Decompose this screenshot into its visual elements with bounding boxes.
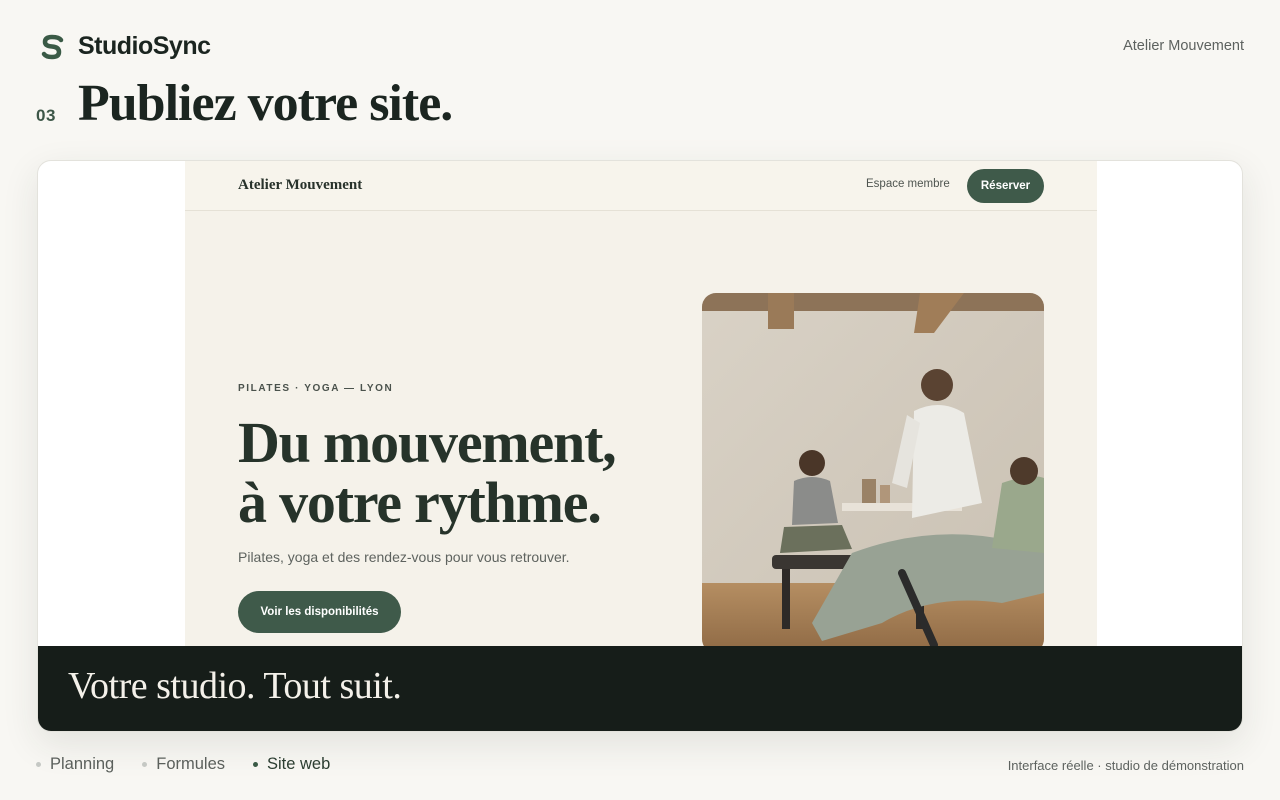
page-title: Publiez votre site. [78,75,453,132]
hero-title-line-2: à votre rythme. [238,470,602,535]
pilates-class-image [702,293,1044,653]
nav-item-formules[interactable]: Formules [142,755,225,774]
site-logo[interactable]: Atelier Mouvement [238,177,362,194]
step-number: 03 [36,106,56,125]
nav-item-planning[interactable]: Planning [36,755,114,774]
site-nav: Atelier Mouvement Espace membre Réserver [185,161,1097,211]
s-logo-icon [41,34,64,59]
site-preview-card: Atelier Mouvement Espace membre Réserver… [37,160,1243,732]
tagline-banner: Votre studio. Tout suit. [38,646,1242,731]
brand-name: StudioSync [78,32,211,60]
hero-title: Du mouvement, à votre rythme. [238,413,698,533]
bottom-nav: Planning Formules Site web [36,755,330,774]
website-preview: Atelier Mouvement Espace membre Réserver… [185,161,1097,653]
studio-name: Atelier Mouvement [1123,38,1244,54]
availability-button[interactable]: Voir les disponibilités [238,591,401,633]
hero-subtitle: Pilates, yoga et des rendez-vous pour vo… [238,549,570,565]
dot-icon [253,762,258,767]
nav-item-label: Formules [156,755,225,773]
nav-item-site-web[interactable]: Site web [253,755,330,774]
member-area-link[interactable]: Espace membre [866,178,950,190]
hero-title-line-1: Du mouvement, [238,410,617,475]
hero-eyebrow: PILATES · YOGA — LYON [238,383,394,394]
reserve-button[interactable]: Réserver [967,169,1044,203]
tagline: Votre studio. Tout suit. [68,665,402,707]
hero-photo [702,293,1044,653]
nav-item-label: Planning [50,755,115,773]
brand[interactable]: StudioSync [40,32,211,61]
footnote: Interface réelle · studio de démonstrati… [1007,758,1244,773]
dot-icon [142,762,148,767]
nav-item-label: Site web [267,755,331,773]
dot-icon [36,762,41,767]
